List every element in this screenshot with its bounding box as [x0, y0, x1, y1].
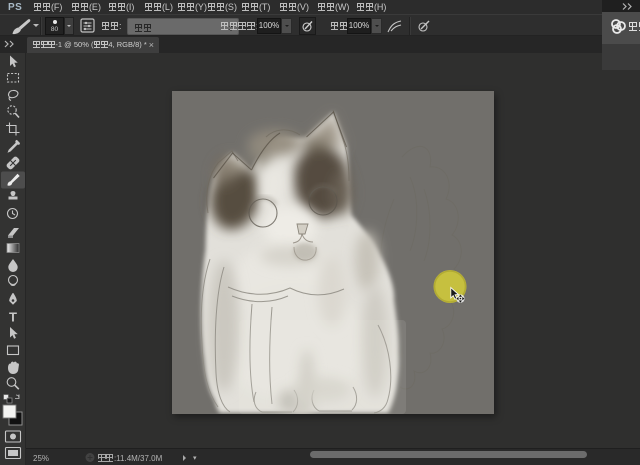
svg-text:T: T: [9, 310, 17, 325]
